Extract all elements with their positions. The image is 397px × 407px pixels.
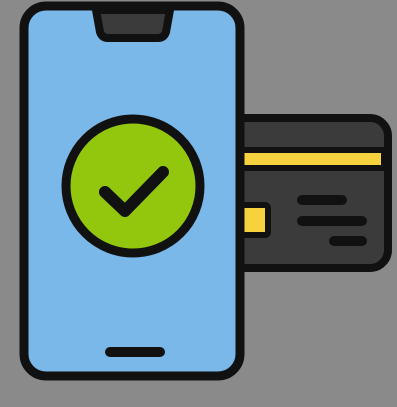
phone-notch	[92, 6, 174, 42]
check-circle	[61, 114, 205, 258]
mobile-payment-illustration	[19, 1, 392, 381]
checkmark-icon	[61, 114, 205, 258]
